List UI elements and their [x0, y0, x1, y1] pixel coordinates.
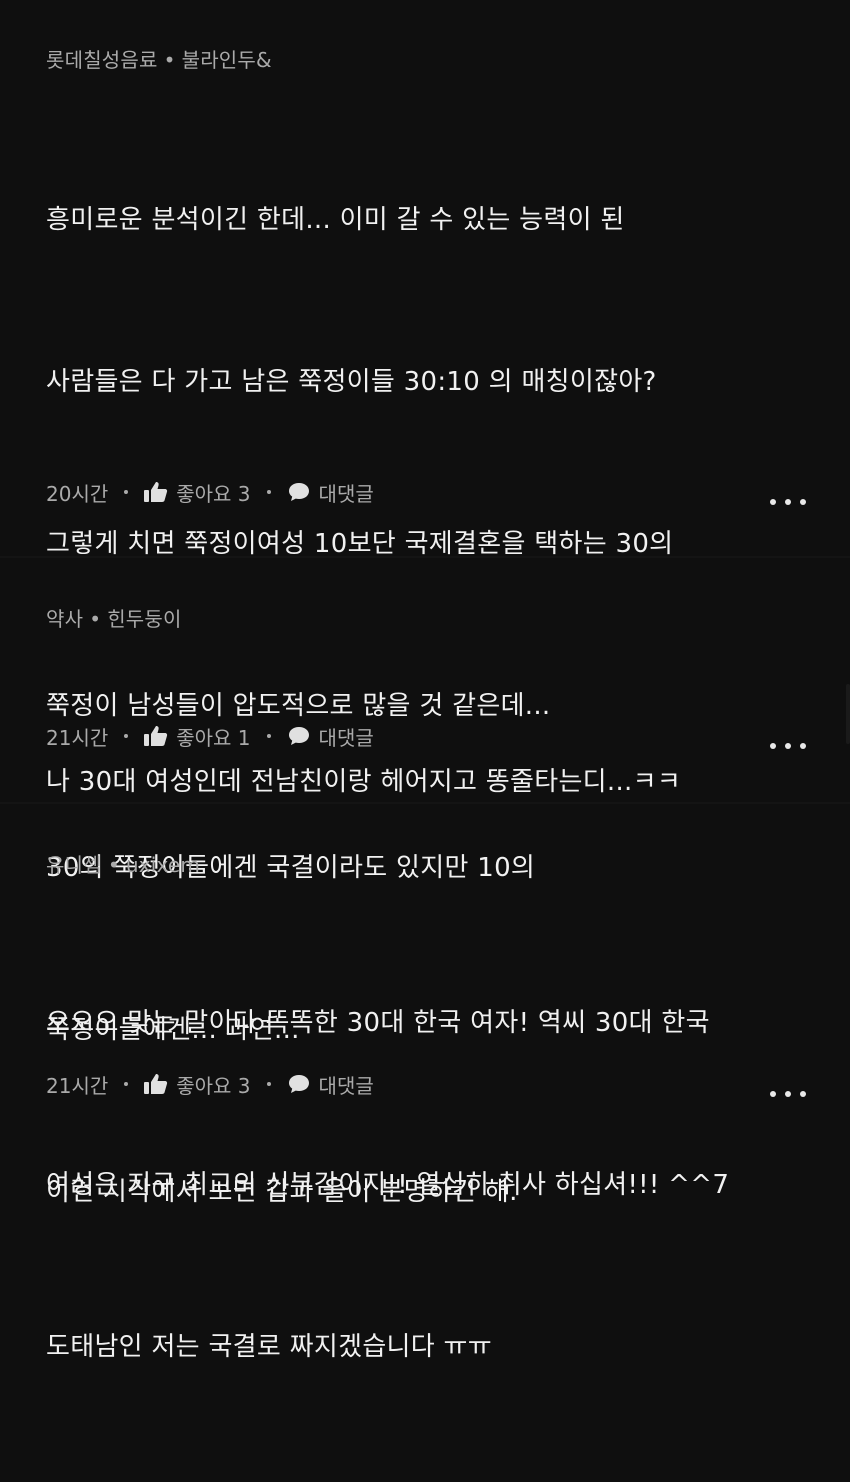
comment-line: 흥미로운 분석이긴 한데... 이미 갈 수 있는 능력이 된	[46, 205, 625, 235]
more-dot	[800, 743, 806, 749]
more-options-button[interactable]	[770, 1082, 806, 1106]
more-options-button[interactable]	[770, 490, 806, 514]
separator-dot	[266, 1082, 271, 1086]
comment-time: 20시간	[46, 481, 109, 506]
speech-bubble-icon[interactable]	[287, 725, 311, 747]
separator-dot	[124, 1082, 129, 1086]
divider	[0, 556, 850, 558]
comment-time: 21시간	[46, 725, 109, 750]
speech-bubble-icon[interactable]	[287, 1073, 311, 1095]
comment-author-line: 약사 • 힌두둥이	[46, 603, 182, 632]
comment-meta: 21시간 좋아요 1 대댓글	[46, 722, 374, 750]
comment-line: 여성은 지구 최고의 신부감이지!! 열심히 취사 하십셔!!! ^^7	[46, 1170, 730, 1200]
thumbs-up-icon[interactable]	[144, 481, 168, 503]
like-button[interactable]: 좋아요 3	[176, 478, 250, 507]
more-options-icon	[770, 499, 776, 505]
more-options-icon	[770, 743, 776, 749]
comment-author-line: 유니셈 • uxixem	[46, 849, 200, 878]
author-primary[interactable]: 유니셈	[46, 853, 102, 877]
comment-line: 나 30대 여성인데 전남친이랑 헤어지고 똥줄타는디...ㅋㅋ	[46, 767, 682, 797]
separator-dot: •	[89, 607, 102, 631]
scrollbar-thumb[interactable]	[846, 684, 850, 744]
author-primary[interactable]: 약사	[46, 607, 83, 631]
like-button[interactable]: 좋아요 1	[176, 722, 250, 751]
comment-meta: 21시간 좋아요 3 대댓글	[46, 1070, 374, 1098]
reply-button[interactable]: 대댓글	[319, 722, 374, 751]
author-secondary[interactable]: 불라인두&	[182, 48, 272, 72]
separator-dot	[266, 734, 271, 738]
divider	[0, 802, 850, 804]
comment-line: 오오오 맞는 말이다 똑똑한 30대 한국 여자! 역씨 30대 한국	[46, 1008, 710, 1038]
speech-bubble-icon[interactable]	[287, 481, 311, 503]
more-dot	[800, 499, 806, 505]
more-options-button[interactable]	[770, 734, 806, 758]
reply-button[interactable]: 대댓글	[319, 478, 374, 507]
comment-line: 그렇게 치면 쭉정이여성 10보단 국제결혼을 택하는 30의	[46, 529, 674, 559]
author-primary[interactable]: 롯데칠성음료	[46, 48, 158, 72]
separator-dot	[124, 490, 129, 494]
separator-dot	[124, 734, 129, 738]
comment-line: 사람들은 다 가고 남은 쭉정이들 30:10 의 매칭이잖아?	[46, 367, 657, 397]
comment-line: 도태남인 저는 국결로 짜지겠습니다 ㅠㅠ	[46, 1332, 492, 1362]
separator-dot: •	[163, 48, 176, 72]
author-secondary[interactable]: uxixem	[126, 853, 200, 877]
separator-dot	[266, 490, 271, 494]
more-dot	[785, 743, 791, 749]
more-dot	[800, 1091, 806, 1097]
thumbs-up-icon[interactable]	[144, 1073, 168, 1095]
like-button[interactable]: 좋아요 3	[176, 1070, 250, 1099]
comment-body: 오오오 맞는 말이다 똑똑한 30대 한국 여자! 역씨 30대 한국 여성은 …	[46, 888, 729, 1482]
comment-time: 21시간	[46, 1073, 109, 1098]
author-secondary[interactable]: 힌두둥이	[107, 607, 181, 631]
comment-author-line: 롯데칠성음료 • 불라인두&	[46, 44, 272, 73]
more-options-icon	[770, 1091, 776, 1097]
comment-meta: 20시간 좋아요 3 대댓글	[46, 478, 374, 506]
more-dot	[785, 499, 791, 505]
reply-button[interactable]: 대댓글	[319, 1070, 374, 1099]
thumbs-up-icon[interactable]	[144, 725, 168, 747]
more-dot	[785, 1091, 791, 1097]
separator-dot: •	[107, 853, 120, 877]
